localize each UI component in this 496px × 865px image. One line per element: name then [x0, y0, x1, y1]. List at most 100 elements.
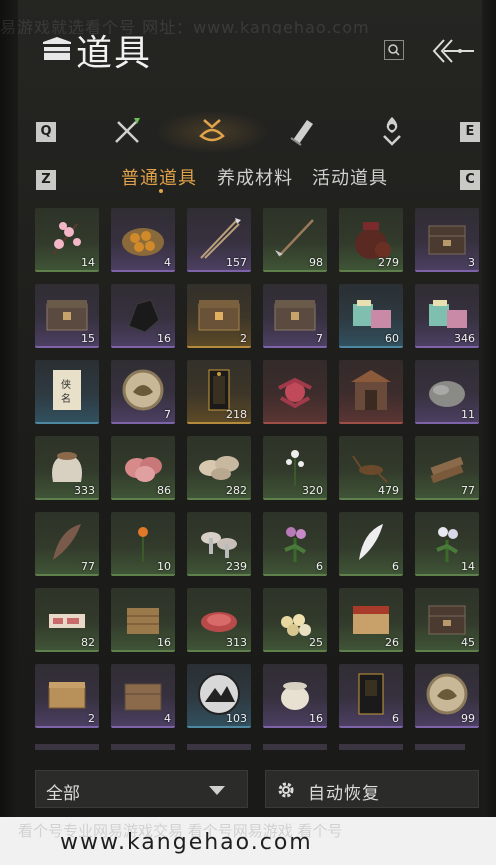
item-slot[interactable]: 45 — [415, 588, 479, 652]
next-category-key[interactable]: E — [460, 122, 480, 142]
filter-dropdown[interactable]: 全部 — [35, 770, 248, 808]
item-slot[interactable]: 239 — [187, 512, 251, 576]
item-quantity: 2 — [240, 332, 247, 345]
eggs-icon — [281, 614, 311, 636]
wooden-chest-icon — [124, 683, 162, 711]
item-quantity: 16 — [157, 332, 171, 345]
purple-flower-icon — [284, 527, 307, 562]
item-quantity: 218 — [226, 408, 247, 421]
item-slot[interactable]: 4 — [111, 208, 175, 272]
tab-weapons[interactable] — [110, 114, 144, 148]
item-slot[interactable]: 4 — [111, 664, 175, 728]
subtab-materials[interactable]: 养成材料 — [217, 164, 293, 190]
item-slot[interactable]: 16 — [111, 284, 175, 348]
item-slot[interactable]: 16 — [111, 588, 175, 652]
red-flower-icon — [278, 377, 312, 409]
item-slot[interactable]: 77 — [35, 512, 99, 576]
item-slot[interactable]: 6 — [339, 664, 403, 728]
item-quantity: 320 — [302, 484, 323, 497]
inventory-bag-icon — [40, 34, 74, 64]
item-slot[interactable] — [339, 360, 403, 424]
item-quantity: 282 — [226, 484, 247, 497]
item-slot[interactable]: 10 — [111, 512, 175, 576]
watermark-top: 易游戏就选看个号 网址：www.kangehao.com — [0, 18, 370, 34]
search-button[interactable] — [384, 40, 404, 60]
auto-restore-label: 自动恢复 — [308, 784, 380, 804]
next-subtab-key[interactable]: C — [460, 170, 480, 190]
orange-flower-icon — [138, 527, 148, 562]
item-quantity: 26 — [385, 636, 399, 649]
item-slot[interactable]: 77 — [415, 436, 479, 500]
item-slot[interactable]: 7 — [263, 284, 327, 348]
item-slot[interactable]: 11 — [415, 360, 479, 424]
chevron-down-icon — [209, 786, 225, 795]
gold-chest-icon — [198, 300, 240, 331]
gift-box-icon — [353, 300, 391, 328]
item-slot[interactable]: 333 — [35, 436, 99, 500]
item-slot[interactable]: 98 — [263, 208, 327, 272]
item-slot[interactable]: 侠名 — [35, 360, 99, 424]
item-quantity: 15 — [81, 332, 95, 345]
item-slot[interactable]: 320 — [263, 436, 327, 500]
item-slot[interactable]: 2 — [187, 284, 251, 348]
gift-box-icon — [429, 300, 467, 328]
item-slot[interactable]: 6 — [263, 512, 327, 576]
feathered-arrow-icon — [275, 219, 314, 257]
sausage-icon — [49, 614, 85, 628]
item-slot[interactable]: 279 — [339, 208, 403, 272]
subtab-event-items[interactable]: 活动道具 — [312, 164, 388, 190]
item-quantity: 77 — [461, 484, 475, 497]
subtab-normal-items[interactable]: 普通道具 — [121, 164, 197, 190]
item-slot[interactable]: 479 — [339, 436, 403, 500]
tab-medals[interactable] — [375, 114, 409, 148]
item-quantity: 86 — [157, 484, 171, 497]
back-button[interactable] — [430, 36, 476, 66]
feather-icon — [53, 524, 81, 560]
item-slot[interactable]: 25 — [263, 588, 327, 652]
red-box-icon — [353, 606, 389, 634]
item-quantity: 11 — [461, 408, 475, 421]
item-quantity: 3 — [468, 256, 475, 269]
item-slot[interactable]: 7 — [111, 360, 175, 424]
item-slot[interactable]: 99 — [415, 664, 479, 728]
item-slot[interactable]: 2 — [35, 664, 99, 728]
item-slot[interactable]: 82 — [35, 588, 99, 652]
svg-text:侠: 侠 — [61, 378, 71, 391]
mushrooms-icon — [201, 532, 237, 558]
item-slot[interactable]: 218 — [187, 360, 251, 424]
prev-subtab-key[interactable]: Z — [36, 170, 56, 190]
item-quantity: 157 — [226, 256, 247, 269]
item-slot[interactable]: 282 — [187, 436, 251, 500]
item-slot[interactable]: 60 — [339, 284, 403, 348]
item-slot[interactable]: 16 — [263, 664, 327, 728]
porcelain-jar-icon — [281, 682, 309, 710]
item-quantity: 7 — [316, 332, 323, 345]
tab-items[interactable] — [155, 110, 269, 154]
item-slot[interactable]: 14 — [35, 208, 99, 272]
item-slot[interactable]: 346 — [415, 284, 479, 348]
item-slot[interactable]: 14 — [415, 512, 479, 576]
auto-restore-button[interactable]: 自动恢复 — [265, 770, 479, 808]
item-quantity: 10 — [157, 560, 171, 573]
item-quantity: 313 — [226, 636, 247, 649]
item-quantity: 2 — [88, 712, 95, 725]
item-slot[interactable]: 313 — [187, 588, 251, 652]
item-slot[interactable]: 26 — [339, 588, 403, 652]
pouch-icon — [199, 119, 225, 142]
item-quantity: 239 — [226, 560, 247, 573]
item-slot[interactable]: 3 — [415, 208, 479, 272]
item-slot[interactable]: 103 — [187, 664, 251, 728]
shrine-icon — [351, 370, 391, 410]
item-slot[interactable] — [263, 360, 327, 424]
item-quantity: 99 — [461, 712, 475, 725]
item-slot[interactable]: 15 — [35, 284, 99, 348]
item-slot[interactable]: 86 — [111, 436, 175, 500]
grain-sack-icon — [52, 452, 82, 482]
item-slot[interactable]: 157 — [187, 208, 251, 272]
prev-category-key[interactable]: Q — [36, 122, 56, 142]
white-flower-icon — [286, 450, 304, 486]
item-quantity: 7 — [164, 408, 171, 421]
pastry-plate-icon — [122, 228, 164, 256]
item-slot[interactable]: 6 — [339, 512, 403, 576]
tab-scrolls[interactable] — [285, 114, 319, 148]
